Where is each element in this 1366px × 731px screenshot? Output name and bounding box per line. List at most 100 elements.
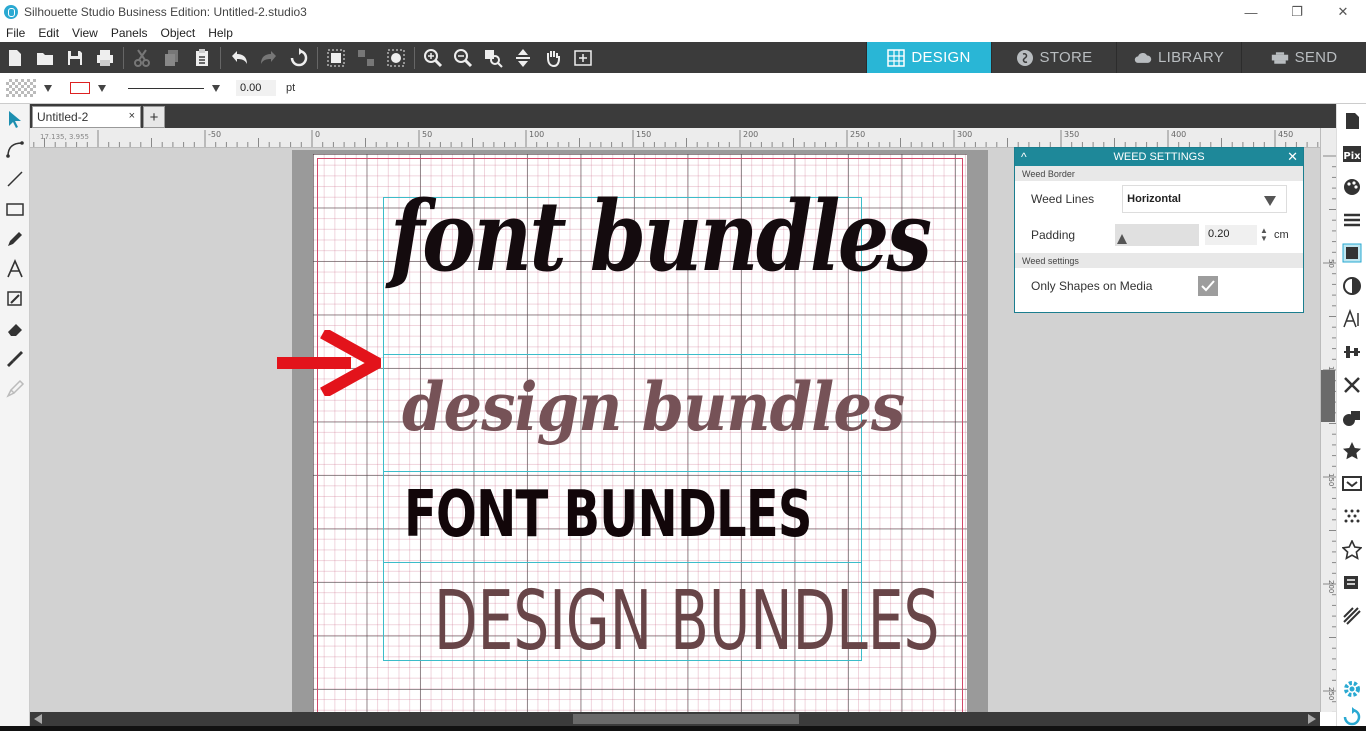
offset-icon[interactable] <box>1337 434 1366 467</box>
tab-library[interactable]: LIBRARY <box>1116 42 1241 73</box>
sketch-icon[interactable] <box>1337 500 1366 533</box>
pan-icon[interactable] <box>538 42 568 73</box>
text-design-bundles-caps[interactable]: DESIGN BUNDLES <box>434 574 939 669</box>
padding-input[interactable]: 0.20 <box>1205 225 1258 245</box>
text-icon <box>7 259 23 278</box>
knife-tool[interactable] <box>0 344 30 374</box>
replicate-icon[interactable] <box>1337 368 1366 401</box>
only-shapes-label: Only Shapes on Media <box>1031 279 1153 293</box>
rectangle-tool[interactable] <box>0 194 30 224</box>
ruler-label: 200 <box>1327 580 1335 593</box>
menu-edit[interactable]: Edit <box>38 26 59 40</box>
line-style-preview[interactable] <box>128 87 204 89</box>
line-width-input[interactable]: 0.00 <box>236 80 276 96</box>
new-icon[interactable] <box>0 42 30 73</box>
slider-handle[interactable] <box>1117 234 1128 244</box>
menu-view[interactable]: View <box>72 26 98 40</box>
window-title: Silhouette Studio Business Edition: Unti… <box>24 5 307 19</box>
eraser-tool[interactable] <box>0 314 30 344</box>
menu-help[interactable]: Help <box>208 26 233 40</box>
padding-stepper[interactable]: ▲ ▼ <box>1260 227 1268 243</box>
text-style-icon[interactable] <box>1337 302 1366 335</box>
draw-tool[interactable] <box>0 224 30 254</box>
close-panel-button[interactable]: ✕ <box>1287 149 1298 165</box>
only-shapes-checkbox[interactable] <box>1198 276 1219 296</box>
modify-icon[interactable] <box>1337 401 1366 434</box>
scroll-right-arrow[interactable] <box>1308 714 1316 724</box>
scroll-left-arrow[interactable] <box>34 714 42 724</box>
save-icon[interactable] <box>60 42 90 73</box>
open-icon[interactable] <box>30 42 60 73</box>
tab-design[interactable]: DESIGN <box>866 42 991 73</box>
transparency-icon[interactable] <box>1337 269 1366 302</box>
point-edit-tool[interactable] <box>0 134 30 164</box>
cloud-icon <box>1134 52 1152 63</box>
document-tab[interactable]: Untitled-2 × <box>32 106 141 128</box>
cursor-coordinates: 17.135, 3.955 <box>40 133 89 141</box>
group-icon[interactable] <box>321 42 351 73</box>
vertical-scrollbar-thumb[interactable] <box>1321 370 1335 422</box>
text-tool[interactable] <box>0 254 30 284</box>
line-tool[interactable] <box>0 164 30 194</box>
zoom-selection-icon[interactable] <box>478 42 508 73</box>
horizontal-scrollbar[interactable] <box>30 712 1320 726</box>
pencil-icon <box>8 232 22 246</box>
line-style-icon[interactable] <box>1337 203 1366 236</box>
undo-icon[interactable] <box>224 42 254 73</box>
text-font-bundles-caps[interactable]: FONT BUNDLES <box>404 478 812 552</box>
ruler-label: 100 <box>529 130 544 139</box>
tab-send[interactable]: SEND <box>1241 42 1366 73</box>
redo-icon[interactable] <box>254 42 284 73</box>
padding-slider[interactable] <box>1115 224 1200 246</box>
weed-panel-header: ^ WEED SETTINGS ✕ <box>1015 148 1303 166</box>
weed-settings-panel: ^ WEED SETTINGS ✕ Weed Border Weed Lines… <box>1014 147 1304 313</box>
ruler-label: 300 <box>957 130 972 139</box>
minimize-button[interactable]: — <box>1228 0 1274 24</box>
horizontal-scrollbar-thumb[interactable] <box>573 714 799 724</box>
select-tool[interactable] <box>0 104 30 134</box>
text-font-bundles-script[interactable]: font bundles <box>390 180 932 293</box>
maximize-button[interactable]: ❐ <box>1274 0 1320 24</box>
zoom-in-icon[interactable] <box>418 42 448 73</box>
menu-object[interactable]: Object <box>161 26 196 40</box>
ungroup-icon[interactable] <box>351 42 381 73</box>
pixscan-icon[interactable]: Pix <box>1337 137 1366 170</box>
fill-color-swatch[interactable] <box>6 79 36 97</box>
settings-icon[interactable] <box>1337 672 1366 705</box>
fit-page-alt-icon[interactable] <box>568 42 598 73</box>
weed-icon[interactable] <box>1337 599 1366 632</box>
weed-lines-value: Horizontal <box>1127 193 1181 205</box>
menu-file[interactable]: File <box>6 26 25 40</box>
print-icon[interactable] <box>90 42 120 73</box>
weed-lines-select[interactable]: Horizontal <box>1122 185 1288 213</box>
chevron-down-icon[interactable] <box>212 84 220 92</box>
library-icon[interactable] <box>1337 467 1366 500</box>
line-settings-bar: 0.00 pt <box>0 73 1366 104</box>
eyedropper-tool[interactable] <box>0 374 30 404</box>
rhinestone-icon[interactable] <box>1337 533 1366 566</box>
copy-icon[interactable] <box>157 42 187 73</box>
collapse-icon[interactable]: ^ <box>1021 150 1027 164</box>
chevron-down-icon[interactable] <box>98 84 106 92</box>
favorites-icon[interactable] <box>1337 566 1366 599</box>
line-color-swatch[interactable] <box>70 82 90 94</box>
tab-store[interactable]: STORE <box>991 42 1116 73</box>
cut-icon[interactable] <box>127 42 157 73</box>
zoom-out-icon[interactable] <box>448 42 478 73</box>
compound-icon[interactable] <box>381 42 411 73</box>
fit-page-icon[interactable] <box>508 42 538 73</box>
menu-panels[interactable]: Panels <box>111 26 148 40</box>
close-tab-button[interactable]: × <box>129 110 135 122</box>
chevron-down-icon[interactable] <box>44 84 52 92</box>
align-icon[interactable] <box>1337 335 1366 368</box>
paste-icon[interactable] <box>187 42 217 73</box>
fill-icon[interactable] <box>1337 170 1366 203</box>
page-setup-icon[interactable] <box>1337 104 1366 137</box>
close-button[interactable]: ✕ <box>1320 0 1366 24</box>
trace-icon[interactable] <box>1337 236 1366 269</box>
ruler-label: 50 <box>422 130 432 139</box>
add-tab-button[interactable]: + <box>143 106 165 128</box>
redraw-icon[interactable] <box>284 42 314 73</box>
text-design-bundles-script[interactable]: design bundles <box>402 368 905 446</box>
fill-tool[interactable] <box>0 284 30 314</box>
